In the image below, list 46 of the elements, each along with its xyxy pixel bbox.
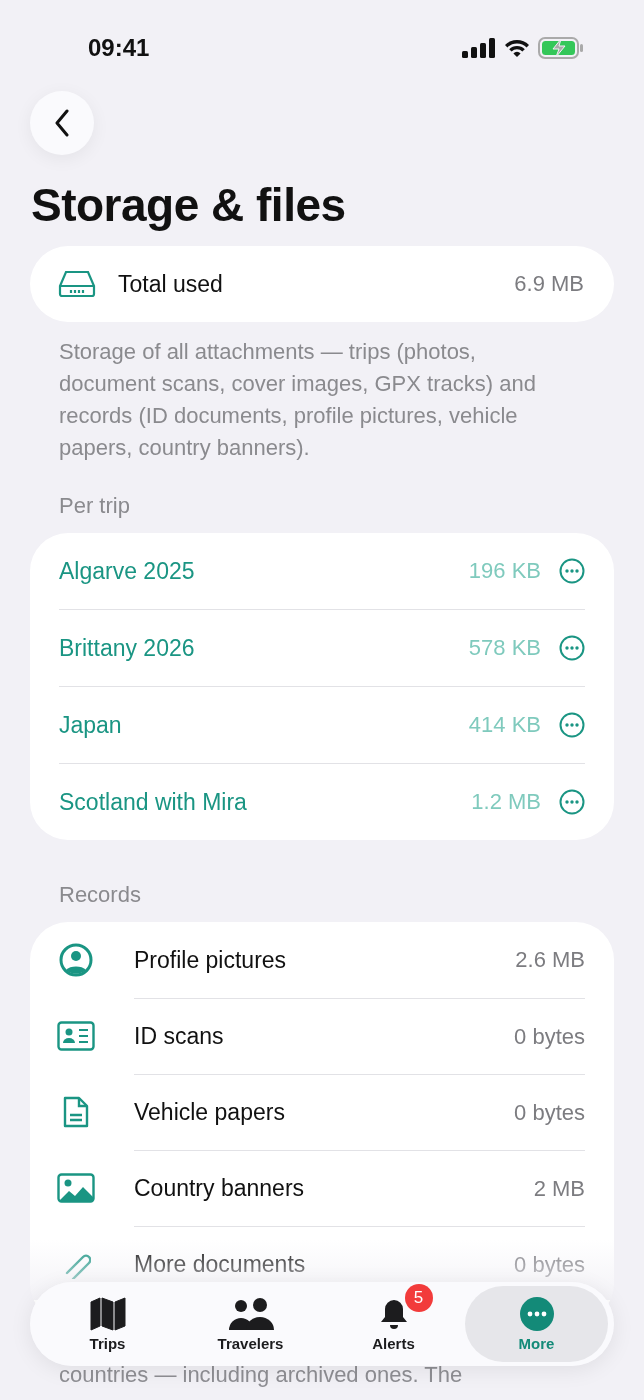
storage-description: Storage of all attachments — trips (photos, document scans, cover images, GPX tracks) and records (ID documents, profile pictures, vehicle papers, country banners). bbox=[59, 338, 537, 462]
footnote-text: countries — including archived ones. The bbox=[59, 1362, 463, 1388]
more-options-icon[interactable] bbox=[559, 712, 585, 738]
trip-size: 414 KB bbox=[468, 712, 541, 738]
total-used-label: Total used bbox=[118, 270, 223, 298]
record-size: 2 MB bbox=[533, 1175, 585, 1202]
total-used-value: 6.9 MB bbox=[514, 271, 584, 297]
image-icon bbox=[57, 1173, 95, 1203]
document-icon bbox=[62, 1095, 90, 1129]
record-name[interactable]: ID scans bbox=[134, 1023, 224, 1050]
chevron-left-icon bbox=[54, 109, 70, 137]
people-icon bbox=[227, 1298, 274, 1330]
notification-badge: 5 bbox=[404, 1284, 433, 1312]
record-size: 0 bytes bbox=[514, 1023, 585, 1050]
map-icon bbox=[89, 1297, 126, 1331]
record-name[interactable]: More documents bbox=[134, 1251, 306, 1278]
trip-name[interactable]: Japan bbox=[59, 711, 122, 739]
section-heading: Per trip bbox=[59, 493, 131, 519]
record-size: 0 bytes bbox=[514, 1099, 585, 1126]
trip-name[interactable]: Scotland with Mira bbox=[59, 788, 247, 816]
trip-name[interactable]: Brittany 2026 bbox=[59, 634, 195, 662]
signal-icon bbox=[462, 38, 496, 58]
record-size: 0 bytes bbox=[514, 1251, 585, 1278]
battery-icon bbox=[538, 37, 584, 59]
record-name[interactable]: Profile pictures bbox=[134, 946, 287, 974]
more-options-icon[interactable] bbox=[559, 635, 585, 661]
more-options-icon[interactable] bbox=[559, 789, 585, 815]
record-name[interactable]: Country banners bbox=[134, 1175, 305, 1202]
id-card-icon bbox=[57, 1021, 95, 1051]
trip-name[interactable]: Algarve 2025 bbox=[59, 557, 195, 585]
more-options-icon[interactable] bbox=[559, 558, 585, 584]
trip-size: 1.2 MB bbox=[471, 789, 541, 815]
person-circle-icon bbox=[59, 943, 93, 977]
wifi-icon bbox=[504, 38, 530, 58]
tab-item[interactable]: Travelers bbox=[179, 1286, 322, 1362]
page-title: Storage & files bbox=[31, 178, 347, 233]
trip-size: 578 KB bbox=[468, 635, 541, 661]
section-heading: Records bbox=[59, 882, 142, 908]
drive-icon bbox=[58, 270, 96, 298]
more-icon bbox=[519, 1297, 554, 1331]
tab-item[interactable]: 5 Alerts bbox=[322, 1286, 465, 1362]
record-name[interactable]: Vehicle papers bbox=[134, 1099, 285, 1126]
record-size: 2.6 MB bbox=[515, 947, 585, 973]
trip-size: 196 KB bbox=[468, 558, 541, 584]
tab-item[interactable]: Trips bbox=[36, 1286, 179, 1362]
status-time: 09:41 bbox=[88, 34, 150, 62]
